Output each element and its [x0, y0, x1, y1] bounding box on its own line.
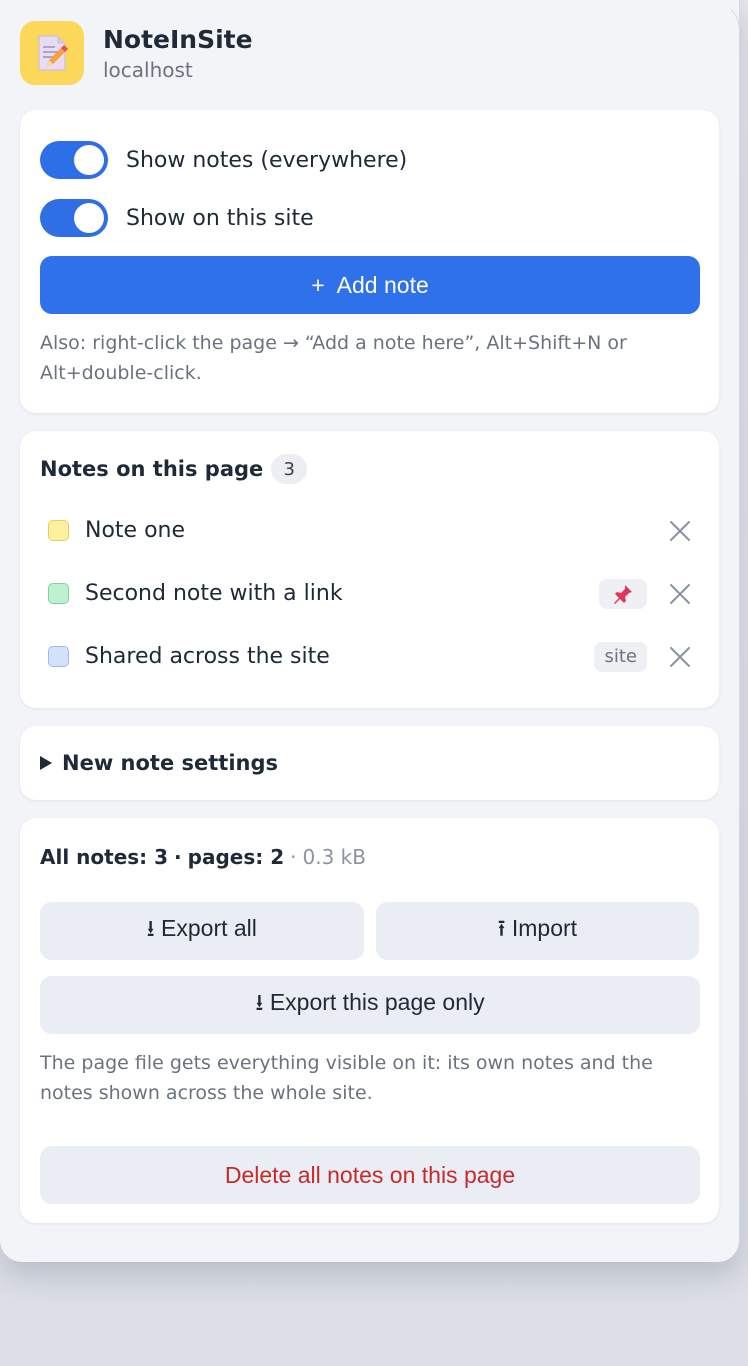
notes-title: Notes on this page [40, 457, 264, 481]
separator-dot: · [290, 845, 297, 869]
note-color-swatch [48, 583, 69, 604]
toggle-label: Show notes (everywhere) [126, 147, 408, 173]
header: NoteInSite localhost [20, 0, 719, 110]
new-note-settings-toggle[interactable]: New note settings [40, 751, 278, 775]
shortcut-hint: Also: right-click the page → “Add a note… [40, 332, 627, 384]
note-color-swatch [48, 520, 69, 541]
add-note-label: Add note [336, 271, 429, 298]
close-icon[interactable] [667, 644, 693, 670]
list-item[interactable]: Note one [40, 499, 699, 562]
list-item[interactable]: Shared across the site site [40, 625, 699, 688]
disclosure-triangle-icon [40, 756, 52, 770]
controls-card: Show notes (everywhere) Show on this sit… [20, 110, 719, 413]
note-label: Second note with a link [85, 581, 343, 606]
app-logo [20, 21, 84, 85]
export-page-hint: The page file gets everything visible on… [40, 1052, 653, 1104]
note-pencil-icon [38, 35, 68, 71]
note-label: Shared across the site [85, 644, 330, 669]
storage-card: All notes: 3 · pages: 2 · 0.3 kB ⭳ Expor… [20, 818, 719, 1223]
pinned-badge [599, 578, 647, 609]
toggle-knob [74, 145, 104, 175]
delete-all-button[interactable]: Delete all notes on this page [40, 1146, 700, 1204]
note-color-swatch [48, 646, 69, 667]
new-note-settings-label: New note settings [62, 751, 278, 775]
site-badge: site [594, 641, 647, 672]
close-icon[interactable] [667, 518, 693, 544]
toggle-knob [74, 203, 104, 233]
all-notes-count: All notes: 3 [40, 845, 169, 869]
export-import-row: ⭳ Export all ⭱ Import [40, 902, 699, 960]
export-page-button[interactable]: ⭳ Export this page only [40, 976, 700, 1034]
new-note-settings-card[interactable]: New note settings [20, 726, 719, 800]
notes-header: Notes on this page 3 [40, 453, 699, 485]
add-note-button[interactable]: + Add note [40, 256, 700, 314]
show-on-site-toggle[interactable] [40, 199, 108, 237]
export-all-button[interactable]: ⭳ Export all [40, 902, 364, 960]
popup-panel: NoteInSite localhost Show notes (everywh… [0, 0, 740, 1262]
show-notes-everywhere-toggle[interactable] [40, 141, 108, 179]
app-title: NoteInSite [103, 25, 253, 54]
toggle-row-site: Show on this site [40, 198, 699, 238]
app-heading: NoteInSite localhost [103, 25, 253, 85]
notes-count-badge: 3 [271, 454, 308, 484]
storage-stats: All notes: 3 · pages: 2 · 0.3 kB [40, 842, 699, 872]
note-label: Note one [85, 518, 186, 543]
notes-card: Notes on this page 3 Note one Second not… [20, 431, 719, 708]
close-icon[interactable] [667, 581, 693, 607]
list-item[interactable]: Second note with a link [40, 562, 699, 625]
storage-size: 0.3 kB [302, 845, 366, 869]
plus-icon: + [311, 271, 325, 298]
pin-icon [614, 584, 632, 604]
site-host: localhost [103, 58, 193, 82]
import-button[interactable]: ⭱ Import [375, 902, 699, 960]
toggle-row-everywhere: Show notes (everywhere) [40, 140, 699, 180]
separator-dot: · [174, 845, 182, 869]
toggle-label: Show on this site [126, 205, 314, 231]
pages-count: pages: 2 [187, 845, 285, 869]
